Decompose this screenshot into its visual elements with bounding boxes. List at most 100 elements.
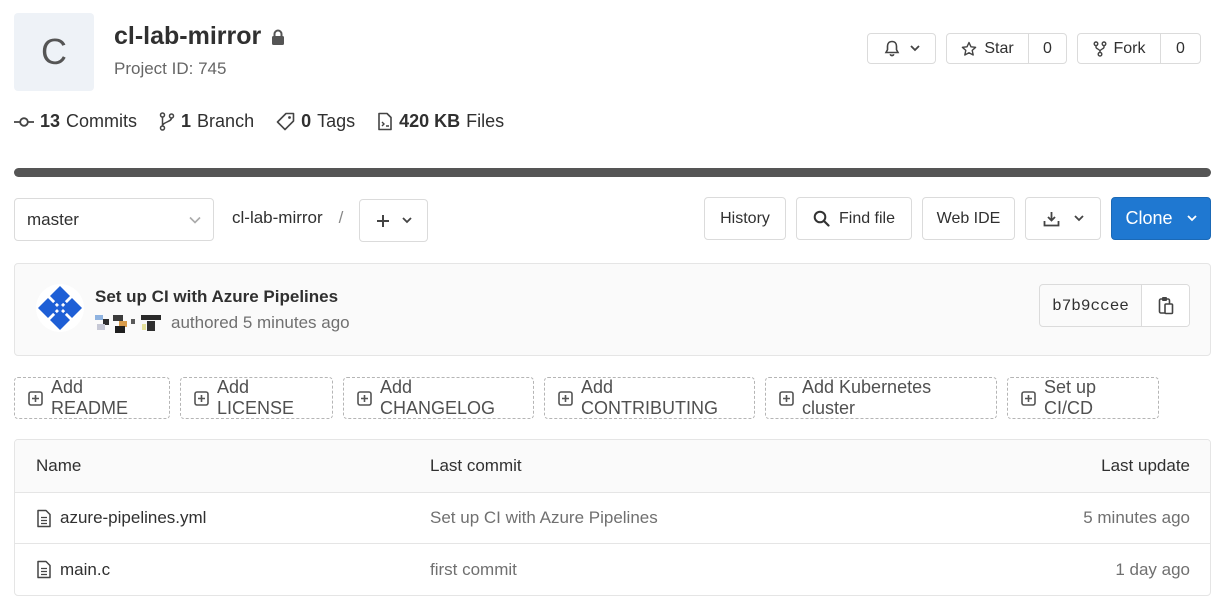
commit-sha-group: b7b9ccee: [1039, 284, 1190, 327]
files-size: 420 KB: [399, 111, 461, 131]
star-count[interactable]: 0: [1028, 34, 1066, 63]
commit-authored-time: authored 5 minutes ago: [171, 313, 350, 332]
breadcrumb-root[interactable]: cl-lab-mirror: [232, 208, 323, 228]
plus-square-icon: [1021, 390, 1036, 406]
plus-square-icon: [28, 390, 43, 406]
add-to-tree-dropdown[interactable]: [359, 199, 428, 242]
add-kubernetes-cluster-button[interactable]: Add Kubernetes cluster: [765, 377, 997, 419]
plus-square-icon: [357, 390, 372, 406]
branches-stat[interactable]: 1 Branch: [159, 111, 254, 132]
lock-icon: [271, 29, 285, 45]
fork-count[interactable]: 0: [1160, 34, 1200, 63]
fork-label: Fork: [1113, 39, 1146, 57]
commit-author-avatar[interactable]: [36, 284, 84, 332]
copy-sha-button[interactable]: [1142, 285, 1189, 326]
file-last-commit[interactable]: Set up CI with Azure Pipelines: [430, 493, 658, 543]
branch-selector-value: master: [27, 209, 79, 229]
find-file-label: Find file: [838, 209, 896, 227]
last-commit-panel: [14, 263, 1211, 356]
files-stat[interactable]: 420 KB Files: [377, 111, 504, 132]
add-changelog-label: Add CHANGELOG: [380, 377, 496, 418]
tags-stat[interactable]: 0 Tags: [276, 111, 355, 132]
fork-button[interactable]: Fork: [1078, 34, 1160, 63]
author-name-redacted[interactable]: [95, 313, 165, 333]
plus-icon: [376, 214, 390, 228]
file-last-commit[interactable]: first commit: [430, 544, 517, 595]
chevron-down-icon: [401, 217, 412, 224]
web-ide-button[interactable]: Web IDE: [922, 197, 1015, 240]
clone-label: Clone: [1125, 208, 1173, 228]
column-header-name: Name: [36, 456, 82, 475]
branch-selector[interactable]: master: [14, 198, 214, 241]
add-kubernetes-cluster-label: Add Kubernetes cluster: [802, 377, 932, 418]
table-header: Name Last commit Last update: [15, 440, 1210, 493]
breadcrumb: cl-lab-mirror /: [232, 208, 343, 228]
add-license-button[interactable]: Add LICENSE: [180, 377, 333, 419]
commit-meta: authored 5 minutes ago: [95, 313, 350, 333]
commits-count: 13: [40, 111, 61, 131]
add-readme-label: Add README: [51, 377, 129, 418]
tags-label: Tags: [317, 111, 356, 131]
file-name[interactable]: main.c: [60, 560, 110, 580]
web-ide-label: Web IDE: [936, 209, 1001, 227]
chevron-down-icon: [909, 45, 920, 52]
setup-ci-cd-button[interactable]: Set up CI/CD: [1007, 377, 1159, 419]
search-icon: [813, 210, 830, 227]
chevron-down-icon: [1073, 215, 1084, 222]
file-name[interactable]: azure-pipelines.yml: [60, 508, 206, 528]
breadcrumb-separator: /: [338, 208, 344, 227]
plus-square-icon: [194, 390, 209, 406]
file-name-cell[interactable]: azure-pipelines.yml: [36, 493, 206, 543]
branch-icon: [159, 112, 175, 131]
commit-icon: [14, 116, 34, 128]
project-id: Project ID: 745: [114, 59, 227, 78]
add-changelog-button[interactable]: Add CHANGELOG: [343, 377, 534, 419]
bell-icon: [884, 40, 900, 57]
column-header-last-update: Last update: [1101, 456, 1190, 475]
file-name-cell[interactable]: main.c: [36, 544, 110, 595]
download-dropdown[interactable]: [1025, 197, 1101, 240]
project-title: cl-lab-mirror: [114, 22, 285, 51]
download-icon: [1043, 211, 1060, 227]
chevron-down-icon: [189, 216, 201, 224]
commits-label: Commits: [66, 111, 138, 131]
plus-square-icon: [558, 390, 573, 406]
file-icon: [36, 560, 52, 579]
column-header-last-commit: Last commit: [430, 456, 522, 475]
star-button[interactable]: Star: [947, 34, 1028, 63]
file-tree-table: Name Last commit Last update azure-pipel…: [14, 439, 1211, 596]
plus-square-icon: [779, 390, 794, 406]
file-icon: [36, 509, 52, 528]
file-icon: [377, 112, 393, 131]
commits-stat[interactable]: 13 Commits: [14, 111, 137, 132]
project-avatar: C: [14, 13, 94, 91]
chevron-down-icon: [1186, 215, 1197, 222]
project-name[interactable]: cl-lab-mirror: [114, 22, 261, 51]
history-label: History: [720, 209, 770, 227]
project-stats: 13 Commits 1 Branch 0 Tags 420 KB Files: [14, 111, 504, 132]
branch-label: Branch: [197, 111, 255, 131]
files-label: Files: [466, 111, 505, 131]
tag-icon: [276, 112, 295, 131]
repository-language-bar: [14, 168, 1211, 177]
add-contributing-button[interactable]: Add CONTRIBUTING: [544, 377, 755, 419]
star-button-group: Star 0: [946, 33, 1067, 64]
branch-count: 1: [181, 111, 192, 131]
clone-dropdown[interactable]: Clone: [1111, 197, 1211, 240]
add-readme-button[interactable]: Add README: [14, 377, 170, 419]
table-row[interactable]: azure-pipelines.yml Set up CI with Azure…: [15, 493, 1210, 544]
find-file-button[interactable]: Find file: [796, 197, 912, 240]
history-button[interactable]: History: [704, 197, 786, 240]
add-license-label: Add LICENSE: [217, 377, 295, 418]
project-avatar-letter: C: [41, 31, 67, 72]
fork-button-group: Fork 0: [1077, 33, 1201, 64]
fork-icon: [1093, 40, 1107, 57]
notification-dropdown[interactable]: [867, 33, 936, 64]
add-contributing-label: Add CONTRIBUTING: [581, 377, 718, 418]
table-row[interactable]: main.c first commit 1 day ago: [15, 544, 1210, 595]
commit-title[interactable]: Set up CI with Azure Pipelines: [95, 287, 338, 307]
star-icon: [961, 41, 977, 57]
commit-sha[interactable]: b7b9ccee: [1040, 285, 1142, 326]
file-last-update: 5 minutes ago: [1083, 508, 1190, 527]
tags-count: 0: [301, 111, 312, 131]
